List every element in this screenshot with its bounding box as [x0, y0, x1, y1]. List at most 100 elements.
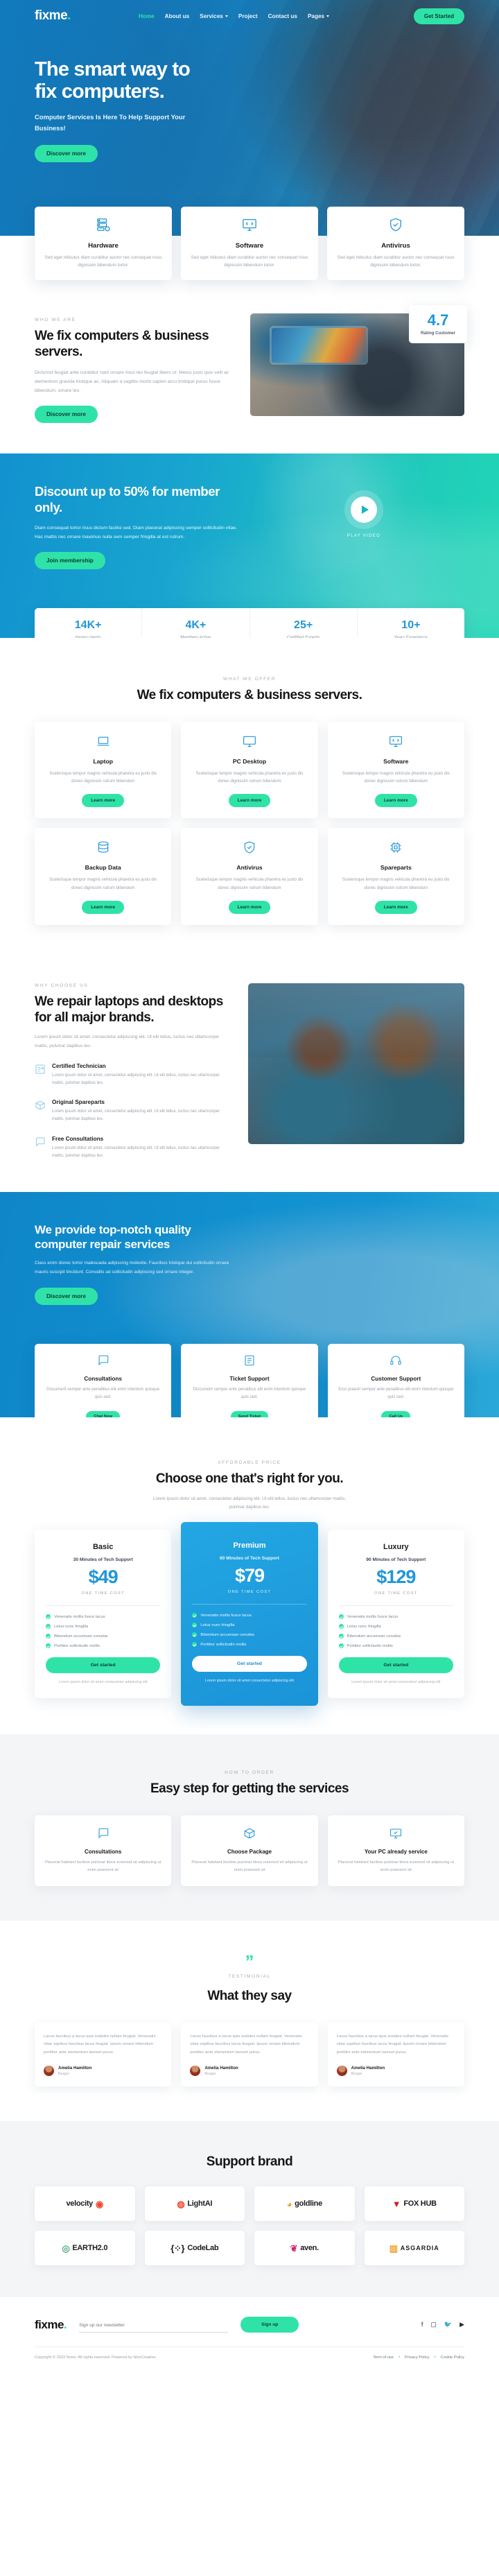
- feature-card-hardware[interactable]: Hardware Sed eget ridiculus diam curabit…: [35, 207, 172, 281]
- plan-amount: $129: [376, 1566, 416, 1588]
- footer-logo[interactable]: fixme.: [35, 2318, 67, 2332]
- support-title: Customer Support: [371, 1375, 421, 1382]
- plan-feature-label: Bibendum accumsan conubia: [54, 1634, 108, 1639]
- service-learn-more-button[interactable]: Learn more: [374, 900, 417, 914]
- service-learn-more-button[interactable]: Learn more: [228, 900, 271, 914]
- brand-earth20: ◎ EARTH2.0: [35, 2231, 135, 2266]
- nav-item-about-us[interactable]: About us: [165, 13, 189, 19]
- chat-now-button[interactable]: Chat Now: [86, 1411, 121, 1418]
- discount-section: Discount up to 50% for member only. Diam…: [0, 453, 499, 638]
- service-card-backup-data[interactable]: Backup Data Scelerisque tempor magnis ve…: [35, 828, 172, 925]
- about-media: 4.7 Rating Customer: [250, 305, 467, 417]
- legal-link-privacy-policy[interactable]: Privacy Policy: [405, 2355, 429, 2360]
- feature-text: Sed eget ridiculus diam curabitur auctor…: [44, 255, 162, 268]
- testimonial-name: Amelia Hamilton: [58, 2065, 92, 2071]
- service-learn-more-button[interactable]: Learn more: [228, 794, 271, 808]
- feature-text: Sed eget ridiculus diam curabitur auctor…: [337, 255, 455, 268]
- pricing-card-premium[interactable]: Premium 60 Minutes of Tech Support $79 O…: [181, 1522, 318, 1706]
- twitter-icon[interactable]: 🐦: [444, 2322, 452, 2328]
- nav-item-contact-us[interactable]: Contact us: [268, 13, 297, 19]
- newsletter-signup-button[interactable]: Sign up: [240, 2317, 299, 2333]
- nav-item-pages[interactable]: Pages: [307, 12, 330, 19]
- cta-section: We provide top-notch quality computer re…: [0, 1192, 499, 1418]
- feature-card-antivirus[interactable]: Antivirus Sed eget ridiculus diam curabi…: [327, 207, 464, 281]
- support-card-ticket-support[interactable]: Ticket Support Discumerit semper ante pe…: [181, 1343, 318, 1418]
- plan-features: Venenatis mollis fusce lacus Letus nunc …: [46, 1614, 160, 1649]
- newsletter-input[interactable]: [79, 2318, 229, 2333]
- check-icon: [338, 1624, 344, 1630]
- cta-discover-more-button[interactable]: Discover more: [35, 1287, 98, 1305]
- stat-number: 4K+: [185, 619, 207, 631]
- check-icon: [192, 1623, 198, 1628]
- service-card-laptop[interactable]: Laptop Scelerisque tempor magnis vehicul…: [35, 721, 172, 819]
- service-card-antivirus[interactable]: Antivirus Scelerisque tempor magnis vehi…: [181, 828, 318, 925]
- service-card-software[interactable]: Software Scelerisque tempor magnis vehic…: [327, 721, 464, 819]
- service-learn-more-button[interactable]: Learn more: [374, 794, 417, 808]
- support-card-consultations[interactable]: Consultations Discumerit semper ante pen…: [35, 1343, 172, 1418]
- service-learn-more-button[interactable]: Learn more: [82, 900, 125, 914]
- get-started-button[interactable]: Get Started: [413, 8, 464, 24]
- pricing-card-luxury[interactable]: Luxury 90 Minutes of Tech Support $129 O…: [327, 1530, 464, 1698]
- step-card-consultations[interactable]: Consultations Placerat habitant facilisi…: [35, 1815, 172, 1886]
- plan-feature-label: Letus nunc fringilla: [54, 1624, 89, 1629]
- brand-foxhub: ▼ FOX HUB: [364, 2186, 464, 2222]
- nav-item-home[interactable]: Home: [139, 13, 155, 19]
- service-learn-more-button[interactable]: Learn more: [82, 794, 125, 808]
- feature-cards-strip: Hardware Sed eget ridiculus diam curabit…: [35, 207, 464, 281]
- nav-label: Contact us: [268, 12, 297, 19]
- about-discover-more-button[interactable]: Discover more: [35, 406, 98, 424]
- play-video-button[interactable]: [351, 496, 377, 524]
- brand-velocity: velocity ◉: [35, 2186, 135, 2222]
- site-logo[interactable]: fixme.: [35, 8, 71, 24]
- send-ticket-button[interactable]: Send Ticket: [230, 1411, 269, 1418]
- facebook-icon[interactable]: f: [421, 2322, 423, 2328]
- why-item-title: Free Consultations: [52, 1135, 104, 1142]
- stat-label: Certtified Experts: [286, 635, 320, 638]
- legal-link-term-of-use[interactable]: Term of use: [373, 2355, 394, 2360]
- copyright-text: Copyright © 2022 fixme. All rights reser…: [35, 2355, 157, 2360]
- headset-icon: [337, 1354, 455, 1370]
- discount-container: Discount up to 50% for member only. Diam…: [35, 484, 464, 638]
- nav-label: Pages: [307, 12, 325, 19]
- service-card-pc-desktop[interactable]: PC Desktop Scelerisque tempor magnis veh…: [181, 721, 318, 819]
- plan-feature: Letus nunc fringilla: [192, 1623, 306, 1628]
- nav-item-project[interactable]: Project: [238, 13, 258, 19]
- pricing-card-basic[interactable]: Basic 30 Minutes of Tech Support $49 ONE…: [35, 1530, 172, 1698]
- youtube-icon[interactable]: ▶: [459, 2322, 464, 2328]
- plan-get-started-button[interactable]: Get started: [46, 1657, 161, 1674]
- about-title: We fix computers & business servers.: [35, 329, 209, 359]
- call-us-button[interactable]: Call Us: [381, 1411, 411, 1418]
- testimonial-role: Burger: [58, 2071, 70, 2076]
- step-card-pc-already-service[interactable]: Your PC already service Placerat habitan…: [327, 1815, 464, 1886]
- nav-item-services[interactable]: Services: [200, 13, 228, 19]
- why-choose-us-section: WHY CHOOSE US We repair laptops and desk…: [35, 960, 464, 1192]
- check-icon: [46, 1614, 51, 1620]
- service-title: Antivirus: [236, 864, 263, 872]
- check-icon: [192, 1642, 198, 1648]
- plan-amount: $79: [234, 1565, 265, 1587]
- join-membership-button[interactable]: Join membership: [35, 552, 105, 569]
- testimonial-text: Lacus faucibus a lacus quis sodales null…: [190, 2034, 302, 2055]
- hero-discover-more-button[interactable]: Discover more: [35, 144, 98, 162]
- chat-bubble-icon: [44, 1827, 162, 1843]
- plan-get-started-button[interactable]: Get started: [338, 1657, 453, 1674]
- feature-cards-row: Hardware Sed eget ridiculus diam curabit…: [35, 207, 464, 281]
- plan-feature: Bibendum accumsan conubia: [192, 1632, 306, 1638]
- support-card-customer-support[interactable]: Customer Support Eros praesit semper ant…: [327, 1343, 464, 1418]
- about-text: Dictumst feugiat ante curabitur nam orna…: [35, 370, 229, 394]
- testimonial-person-info: Amelia Hamilton Burger: [204, 2066, 238, 2076]
- main-navigation: fixme. Home About us Services Project Co…: [35, 0, 464, 32]
- plan-features: Venenatis mollis fusce lacus Letus nunc …: [338, 1614, 453, 1649]
- step-title: Consultations: [84, 1848, 122, 1855]
- instagram-icon[interactable]: ▢: [430, 2322, 437, 2328]
- service-card-spareparts[interactable]: Spareparts Scelerisque tempor magnis veh…: [327, 828, 464, 925]
- plan-get-started-button[interactable]: Get started: [192, 1656, 307, 1672]
- why-item-title: Certified Technician: [52, 1063, 106, 1070]
- divider: [46, 1605, 161, 1607]
- legal-link-cookie-policy[interactable]: Cookie Policy: [441, 2355, 464, 2360]
- laptop-icon: [44, 734, 161, 752]
- testimonial-person-info: Amelia Hamilton Burger: [351, 2066, 385, 2076]
- divider: [192, 1604, 307, 1605]
- step-card-choose-package[interactable]: Choose Package Placerat habitant facilis…: [181, 1815, 318, 1886]
- feature-card-software[interactable]: Software Sed eget ridiculus diam curabit…: [181, 207, 318, 281]
